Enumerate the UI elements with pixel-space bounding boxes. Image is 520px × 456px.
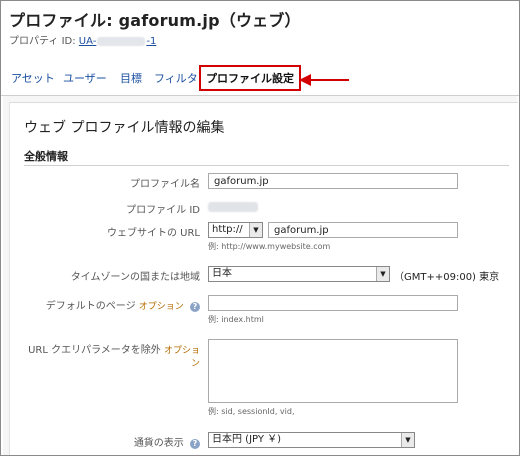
optional-tag: オプション — [163, 346, 200, 369]
profile-id-redacted — [208, 202, 258, 212]
edit-panel: ウェブ プロファイル情報の編集 全般情報 プロファイル名 gaforum.jp … — [9, 102, 518, 455]
profile-name-label: プロファイル名 — [130, 179, 200, 190]
protocol-value: http:// — [212, 224, 243, 235]
profile-id-label: プロファイル ID — [126, 205, 200, 216]
optional-tag: オプション — [138, 302, 184, 312]
profile-name-input[interactable]: gaforum.jp — [208, 173, 458, 189]
red-arrow-icon — [299, 74, 349, 86]
header: プロファイル: gaforum.jp（ウェブ） プロパティ ID: UA- -1 — [1, 1, 519, 59]
website-url-hint: 例: http://www.mywebsite.com — [208, 242, 331, 251]
currency-select[interactable]: 日本円 (JPY ￥) ▼ — [208, 432, 415, 448]
default-page-input[interactable] — [208, 295, 458, 311]
website-url-label: ウェブサイトの URL — [106, 228, 200, 239]
exclude-params-label: URL クエリパラメータを除外 — [28, 345, 161, 356]
content-area: ウェブ プロファイル情報の編集 全般情報 プロファイル名 gaforum.jp … — [3, 96, 518, 455]
exclude-params-hint: 例: sid, sessionId, vid, — [208, 407, 295, 416]
tab-profile-settings[interactable]: プロファイル設定 — [199, 65, 301, 91]
timezone-country-value: 日本 — [212, 268, 232, 279]
property-id-link[interactable]: UA- -1 — [79, 36, 157, 47]
timezone-label: タイムゾーンの国または地域 — [70, 272, 200, 283]
help-icon[interactable]: ? — [190, 302, 200, 312]
tab-goals[interactable]: 目標 — [120, 70, 142, 86]
help-icon[interactable]: ? — [190, 439, 200, 449]
tab-filters[interactable]: フィルタ — [154, 70, 198, 86]
page-title: プロファイル: gaforum.jp（ウェブ） — [9, 11, 301, 30]
divider — [24, 165, 509, 166]
timezone-country-select[interactable]: 日本 ▼ — [208, 266, 390, 282]
tab-assets[interactable]: アセット — [11, 70, 55, 86]
general-info-heading: 全般情報 — [24, 150, 68, 163]
default-page-label: デフォルトのページ — [45, 301, 136, 312]
currency-label: 通貨の表示 — [133, 438, 184, 449]
tab-users[interactable]: ユーザー — [63, 70, 107, 86]
dropdown-arrow-icon: ▼ — [376, 267, 389, 281]
property-id-label: プロパティ ID: — [9, 36, 76, 47]
currency-value: 日本円 (JPY ￥) — [212, 434, 282, 445]
website-url-input[interactable]: gaforum.jp — [268, 222, 458, 238]
dropdown-arrow-icon: ▼ — [401, 433, 414, 447]
currency-label-row: 通貨の表示 ? — [20, 434, 200, 449]
dropdown-arrow-icon: ▼ — [249, 223, 262, 237]
default-page-label-row: デフォルトのページ オプション ? — [20, 297, 200, 312]
exclude-params-label-row: URL クエリパラメータを除外 オプション — [20, 341, 200, 369]
protocol-select[interactable]: http:// ▼ — [208, 222, 263, 238]
exclude-params-textarea[interactable] — [208, 339, 458, 403]
tab-bar: アセット ユーザー 目標 フィルタ プロファイル設定 — [1, 59, 519, 96]
redacted-id — [97, 36, 146, 46]
window: プロファイル: gaforum.jp（ウェブ） プロパティ ID: UA- -1 … — [0, 0, 520, 456]
timezone-zone-text: （GMT++09:00) 東京 — [394, 272, 500, 283]
default-page-hint: 例: index.html — [208, 315, 264, 324]
section-title: ウェブ プロファイル情報の編集 — [24, 120, 225, 136]
property-id-row: プロパティ ID: UA- -1 — [9, 32, 156, 47]
